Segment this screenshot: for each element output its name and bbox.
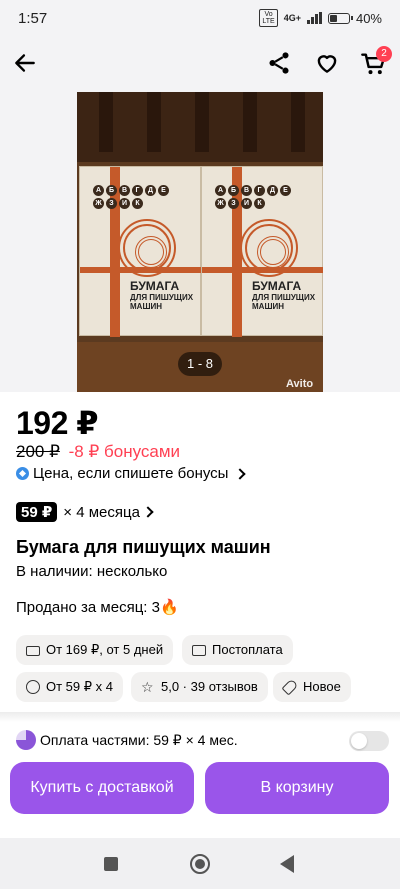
footer-divider [0, 712, 400, 722]
postpay-chip-label: Постоплата [212, 642, 283, 657]
pack-letters: А Б В Г Д Е Ж З И К [214, 183, 294, 209]
pack-circle [118, 219, 176, 277]
status-bar: 1:57 Vo LTE 4G+ 40% [0, 0, 400, 36]
pack-letter: Г [254, 185, 265, 196]
paper-pack-right: А Б В Г Д Е Ж З И К БУМАГА ДЛЯ ПИШУЩИХ МАШИН [201, 166, 323, 337]
bonus-discount: -8 ₽ бонусами [68, 442, 181, 461]
pack-letter: Б [106, 185, 117, 196]
buy-with-delivery-button[interactable]: Купить с доставкой [10, 762, 194, 814]
old-price-row: 200 ₽ -8 ₽ бонусами [16, 442, 180, 462]
star-icon: ☆ [141, 679, 154, 695]
pack-letter: И [119, 198, 130, 209]
cart-count-badge: 2 [376, 46, 392, 62]
installment-chip-label: От 59 ₽ х 4 [46, 679, 113, 694]
pack-subtitle: ДЛЯ ПИШУЩИХ МАШИН [252, 293, 316, 311]
pack-letter: З [228, 198, 239, 209]
bonus-icon [16, 467, 29, 480]
status-time: 1:57 [18, 9, 48, 27]
delivery-chip[interactable]: От 169 ₽, от 5 дней [16, 635, 174, 665]
photo-slat [195, 92, 209, 152]
pie-icon [26, 680, 40, 694]
add-to-cart-button[interactable]: В корзину [205, 762, 389, 814]
pack-letter: Г [132, 185, 143, 196]
product-photo[interactable]: А Б В Г Д ЕЖ З И К БУМАГА ДЛЯ ПИШУЩИХ МАШИН АБВГ… [77, 92, 323, 392]
toggle-knob [351, 733, 367, 749]
installment-link[interactable]: 59 ₽ × 4 месяца [16, 502, 154, 522]
back-icon[interactable] [280, 855, 294, 873]
truck-icon [26, 645, 40, 656]
pack-letter: К [132, 198, 143, 209]
signal-icon [306, 12, 322, 24]
pay-in-parts-icon [16, 730, 36, 750]
image-gallery[interactable]: А Б В Г Д ЕЖ З И К БУМАГА ДЛЯ ПИШУЩИХ МАШИН АБВГ… [0, 92, 400, 392]
pack-letters: А Б В Г Д Е Ж З И К [92, 183, 172, 209]
avito-watermark: Avito [286, 378, 314, 390]
photo-slat [243, 92, 257, 152]
fire-icon: 🔥 [159, 599, 179, 616]
chevron-right-icon [142, 506, 154, 518]
current-price: 192 ₽ [16, 405, 99, 441]
volte-icon: Vo LTE [259, 9, 278, 27]
top-navigation [0, 36, 400, 92]
sold-text: Продано за месяц: 3 [16, 599, 160, 616]
network-label: 4G+ [283, 13, 301, 23]
bonus-info-link[interactable]: Цена, если спишете бонусы [16, 465, 247, 482]
battery-icon [327, 12, 353, 24]
postpay-chip[interactable]: Постоплата [182, 635, 293, 665]
photo-slat [291, 92, 305, 152]
pack-letter: З [106, 198, 117, 209]
rating-chip-label: 5,0 · 39 отзывов [161, 679, 258, 694]
pack-letter: Б [228, 185, 239, 196]
installment-badge: 59 ₽ [16, 502, 58, 522]
rating-chip[interactable]: ☆ 5,0 · 39 отзывов [131, 672, 268, 702]
pack-letter: В [241, 185, 252, 196]
installment-chip[interactable]: От 59 ₽ х 4 [16, 672, 123, 702]
photo-slat [99, 92, 113, 152]
product-title: Бумага для пишущих машин [16, 537, 271, 557]
pack-letter: А [93, 185, 104, 196]
condition-chip[interactable]: Новое [273, 672, 351, 702]
pay-in-parts-text: Оплата частями: 59 ₽ × 4 мес. [40, 731, 238, 748]
home-icon[interactable] [190, 854, 210, 874]
pay-in-parts-row: Оплата частями: 59 ₽ × 4 мес. [16, 730, 238, 750]
chevron-right-icon [234, 467, 247, 480]
gallery-counter: 1 - 8 [178, 352, 222, 376]
battery-percent: 40% [355, 10, 382, 26]
pack-title: БУМАГА [252, 279, 302, 293]
photo-slat [147, 92, 161, 152]
bonus-note: Цена, если спишете бонусы [33, 465, 229, 482]
card-icon [192, 644, 206, 656]
availability-text: В наличии: несколько [16, 563, 168, 580]
paper-pack-left: А Б В Г Д Е Ж З И К БУМАГА ДЛЯ ПИШУЩИХ МАШИН [79, 166, 202, 337]
pack-title: БУМАГА [130, 279, 180, 293]
arrow-left-icon[interactable] [12, 50, 38, 76]
heart-icon[interactable] [314, 50, 340, 76]
pack-letter: Ж [215, 198, 226, 209]
pack-letter: К [254, 198, 265, 209]
pay-in-parts-toggle[interactable] [349, 731, 389, 751]
pack-letter: Д [267, 185, 278, 196]
recents-icon[interactable] [104, 857, 118, 871]
system-navigation-bar [0, 838, 400, 889]
delivery-chip-label: От 169 ₽, от 5 дней [46, 642, 164, 657]
tag-icon [281, 678, 299, 696]
pack-letter: И [241, 198, 252, 209]
pack-subtitle: ДЛЯ ПИШУЩИХ МАШИН [130, 293, 194, 311]
pack-letter: Е [280, 185, 291, 196]
pack-letter: В [119, 185, 130, 196]
pack-letter: Ж [93, 198, 104, 209]
share-icon[interactable] [266, 50, 292, 76]
installment-text: × 4 месяца [63, 503, 140, 521]
pack-letter: Д [145, 185, 156, 196]
pack-letter: А [215, 185, 226, 196]
status-icons: Vo LTE 4G+ 40% [259, 9, 382, 27]
condition-chip-label: Новое [303, 679, 341, 694]
old-price: 200 ₽ [16, 442, 60, 461]
pack-letter: Е [158, 185, 169, 196]
pack-circle [240, 219, 298, 277]
sold-count: Продано за месяц: 3🔥 [16, 598, 179, 616]
